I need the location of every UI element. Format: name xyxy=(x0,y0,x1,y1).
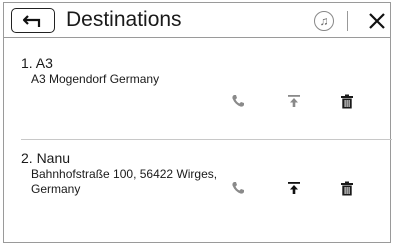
trash-icon xyxy=(341,181,353,195)
call-button[interactable] xyxy=(228,91,248,111)
destination-name: 1. A3 xyxy=(21,55,53,71)
destination-name: 2. Nanu xyxy=(21,150,71,166)
move-to-top-icon xyxy=(288,95,300,107)
back-arrow-icon xyxy=(22,14,41,27)
move-to-top-icon xyxy=(288,182,300,194)
destination-address: A3 Mogendorf Germany xyxy=(31,72,160,86)
music-button[interactable]: ♫ xyxy=(314,11,334,31)
phone-icon xyxy=(232,182,244,194)
trash-icon xyxy=(341,94,353,108)
music-note-icon: ♫ xyxy=(319,14,329,28)
header-bar: Destinations ♫ xyxy=(4,3,390,38)
close-icon xyxy=(369,13,385,29)
delete-button[interactable] xyxy=(337,178,357,198)
list-divider xyxy=(21,139,392,140)
delete-button[interactable] xyxy=(337,91,357,111)
phone-icon xyxy=(232,95,244,107)
move-to-top-button[interactable] xyxy=(284,178,304,198)
page-title: Destinations xyxy=(66,8,182,31)
call-button[interactable] xyxy=(228,178,248,198)
move-to-top-button[interactable] xyxy=(284,91,304,111)
back-button[interactable] xyxy=(11,8,55,33)
header-divider xyxy=(347,11,348,31)
close-button[interactable] xyxy=(363,6,391,36)
destination-address: Bahnhofstraße 100, 56422 Wirges, Germany xyxy=(31,167,218,196)
destinations-window: Destinations ♫ 1. A3 A3 Mogendorf German… xyxy=(3,2,392,243)
